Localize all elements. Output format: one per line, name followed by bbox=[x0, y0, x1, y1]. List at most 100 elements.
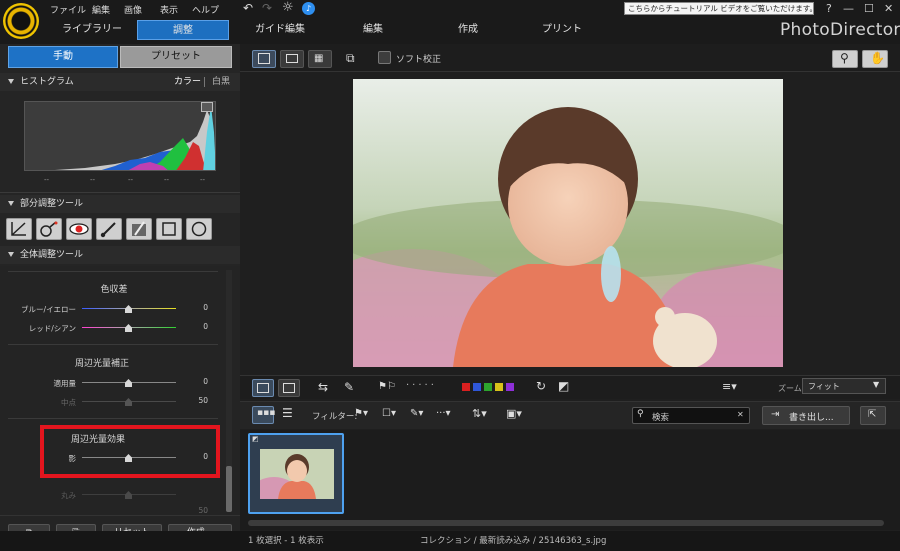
color-label-purple[interactable] bbox=[506, 383, 514, 391]
module-tab-edit[interactable]: 編集 bbox=[333, 20, 413, 40]
color-filter-icon[interactable]: ☐▾ bbox=[382, 408, 396, 419]
red-eye-icon bbox=[69, 223, 89, 235]
help-button[interactable]: ? bbox=[826, 2, 832, 15]
pan-tool-button[interactable]: ✋ bbox=[862, 50, 888, 68]
share-button[interactable]: ⇱ bbox=[860, 406, 886, 425]
menu-edit[interactable]: 編集 bbox=[92, 3, 110, 16]
slider-value: 50 bbox=[198, 506, 208, 515]
picture-icon bbox=[286, 54, 298, 63]
tab-manual-label: 手動 bbox=[53, 51, 73, 62]
notification-bell-icon[interactable]: ♪ bbox=[302, 2, 315, 15]
global-tools-header[interactable]: 全体調整ツール bbox=[0, 246, 240, 264]
maximize-button[interactable]: ☐ bbox=[864, 2, 874, 15]
histogram-tick: -- bbox=[90, 176, 96, 184]
divider bbox=[8, 271, 218, 272]
histogram-header[interactable]: ヒストグラム カラー 白黒 bbox=[0, 73, 240, 91]
red-eye-tool-button[interactable] bbox=[66, 218, 92, 240]
soft-proof-checkbox[interactable] bbox=[378, 51, 391, 64]
flag-filter-icon[interactable]: ⚑▾ bbox=[354, 408, 368, 419]
view-compare-button[interactable] bbox=[280, 50, 304, 68]
title-bar: ファイル 編集 画像 表示 ヘルプ ↶ ↷ ☼ ♪ こちらからチュートリアル ビ… bbox=[0, 0, 900, 44]
photo-preview[interactable] bbox=[353, 79, 783, 367]
module-tab-library[interactable]: ライブラリー bbox=[52, 20, 132, 40]
view-single-button[interactable] bbox=[252, 50, 276, 68]
color-label-swatches[interactable] bbox=[462, 383, 522, 393]
collapse-triangle-icon[interactable] bbox=[8, 252, 14, 257]
square-gradient-icon bbox=[162, 222, 176, 236]
brush-tool-button[interactable] bbox=[96, 218, 122, 240]
histogram-tick: -- bbox=[164, 176, 170, 184]
rating-filter-icon[interactable]: ···▾ bbox=[436, 408, 451, 419]
undo-icon[interactable]: ↶ bbox=[243, 1, 253, 15]
color-label-blue[interactable] bbox=[473, 383, 481, 391]
histogram-clip-indicator-icon[interactable] bbox=[201, 102, 213, 112]
rotate-flip-icon[interactable]: ⇆ bbox=[318, 380, 328, 394]
close-button[interactable]: ✕ bbox=[884, 2, 893, 15]
zoom-select[interactable]: フィット ▼ bbox=[802, 378, 886, 394]
radial-filter-tool-button[interactable] bbox=[186, 218, 212, 240]
magnifier-icon: ⚲ bbox=[840, 51, 849, 65]
tab-manual[interactable]: 手動 bbox=[8, 46, 118, 68]
minimize-button[interactable]: — bbox=[843, 2, 854, 15]
vignette-correction-title: 周辺光量補正 bbox=[74, 359, 129, 369]
menu-file[interactable]: ファイル bbox=[50, 3, 86, 16]
sort-icon[interactable]: ⇅▾ bbox=[472, 407, 487, 420]
main-workspace: ▦ ⧉ ソフト校正 ⚲ ✋ ⇆ ✎ ⚑⚐ ····· ↻ ◩ ≡▾ ズーム: フ… bbox=[0, 44, 900, 551]
search-input[interactable]: ⚲ 検索 ✕ bbox=[632, 407, 750, 424]
export-button[interactable]: ⇥ 書き出し... bbox=[762, 406, 850, 425]
divider bbox=[204, 77, 205, 87]
module-tab-create[interactable]: 作成 bbox=[428, 20, 508, 40]
histogram-color-toggle[interactable]: カラー bbox=[174, 73, 201, 91]
zoom-tool-button[interactable]: ⚲ bbox=[832, 50, 858, 68]
search-placeholder: 検索 bbox=[652, 413, 670, 423]
hand-icon: ✋ bbox=[870, 51, 885, 65]
photo-teddy-ear bbox=[655, 307, 675, 327]
auto-tone-icon[interactable]: ◩ bbox=[558, 379, 569, 393]
app-logo-icon[interactable] bbox=[3, 3, 39, 39]
flag-icon[interactable]: ⚑⚐ bbox=[378, 381, 396, 392]
view-mode-split-button[interactable] bbox=[278, 379, 300, 397]
list-options-icon[interactable]: ≡▾ bbox=[722, 380, 737, 393]
thumbnail-view-button[interactable]: ▪▪▪ bbox=[252, 406, 275, 424]
redo-icon[interactable]: ↷ bbox=[262, 1, 272, 15]
list-view-button[interactable]: ☰ bbox=[278, 406, 300, 424]
view-grid-button[interactable]: ▦ bbox=[308, 50, 332, 68]
star-rating-dots[interactable]: ····· bbox=[406, 380, 437, 391]
image-view-icon bbox=[258, 53, 270, 64]
tutorial-tooltip[interactable]: こちらからチュートリアル ビデオをご覧いただけます。 bbox=[624, 2, 814, 15]
module-tab-print[interactable]: プリント bbox=[522, 20, 602, 40]
histogram-title: ヒストグラム bbox=[20, 77, 74, 87]
edit-filter-icon[interactable]: ✎▾ bbox=[410, 408, 423, 419]
color-label-green[interactable] bbox=[484, 383, 492, 391]
module-tab-guided-edit[interactable]: ガイド編集 bbox=[240, 20, 320, 40]
tab-preset[interactable]: プリセット bbox=[120, 46, 232, 68]
scrollbar-thumb[interactable] bbox=[226, 466, 232, 512]
filmstrip-scrollbar[interactable] bbox=[248, 520, 884, 526]
menu-image[interactable]: 画像 bbox=[124, 3, 142, 16]
view-mode-single-button[interactable] bbox=[252, 379, 274, 397]
soft-proof-label: ソフト校正 bbox=[396, 55, 442, 65]
menu-help[interactable]: ヘルプ bbox=[192, 3, 219, 16]
collapse-triangle-icon[interactable] bbox=[8, 201, 14, 206]
crop-tool-button[interactable] bbox=[6, 218, 32, 240]
menu-view[interactable]: 表示 bbox=[160, 3, 178, 16]
rotate-icon[interactable]: ↻ bbox=[536, 379, 546, 393]
collapse-triangle-icon[interactable] bbox=[8, 79, 14, 84]
chromatic-aberration-title: 色収差 bbox=[100, 285, 128, 295]
filmstrip-thumbnail[interactable]: ◩ bbox=[248, 433, 344, 514]
histogram-mono-toggle[interactable]: 白黒 bbox=[212, 73, 230, 91]
stack-icon[interactable]: ▣▾ bbox=[506, 407, 522, 420]
second-display-button[interactable]: ⧉ bbox=[344, 50, 364, 68]
clear-search-icon[interactable]: ✕ bbox=[737, 410, 744, 419]
settings-gear-icon[interactable]: ☼ bbox=[282, 0, 294, 15]
module-tab-adjust[interactable]: 調整 bbox=[137, 20, 229, 40]
pick-color-icon[interactable]: ✎ bbox=[344, 380, 354, 394]
color-label-red[interactable] bbox=[462, 383, 470, 391]
spot-removal-tool-button[interactable] bbox=[36, 218, 62, 240]
regional-tools-header[interactable]: 部分調整ツール bbox=[0, 195, 240, 213]
gradient-mask-tool-button[interactable] bbox=[126, 218, 152, 240]
histogram-tick: -- bbox=[44, 176, 50, 184]
color-label-yellow[interactable] bbox=[495, 383, 503, 391]
thumbnail-face bbox=[287, 460, 307, 482]
linear-gradient-tool-button[interactable] bbox=[156, 218, 182, 240]
